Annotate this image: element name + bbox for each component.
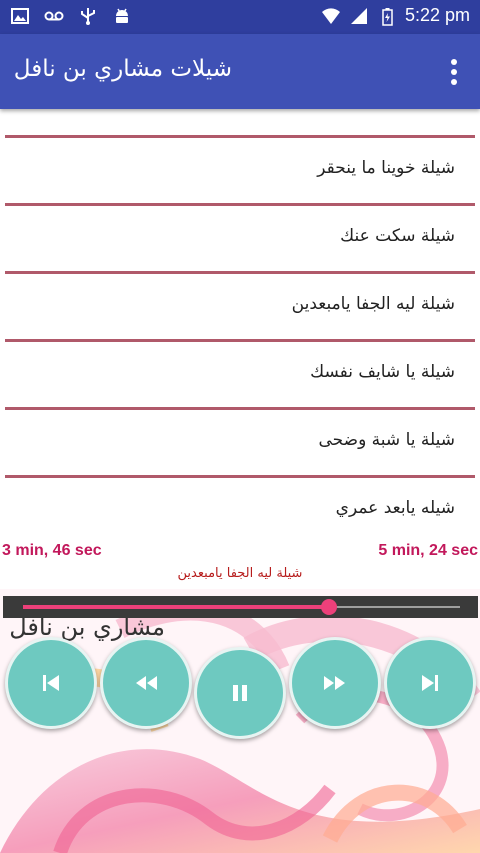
more-vert-icon[interactable]	[442, 56, 466, 88]
track-title: شيلة يا شبة وضحى	[318, 430, 455, 450]
voicemail-icon	[44, 11, 64, 21]
pause-button[interactable]	[194, 647, 286, 739]
elapsed-time: 3 min, 46 sec	[2, 542, 102, 559]
track-item[interactable]: شيلة يا شبة وضحى	[5, 410, 475, 478]
track-item[interactable]: شيله يابعد عمري	[5, 478, 475, 539]
track-list[interactable]: شيلة خوينا ما ينحقر شيلة سكت عنك شيلة لي…	[0, 109, 480, 539]
pause-icon	[233, 685, 247, 701]
clock: 5:22 pm	[404, 5, 470, 25]
rewind-icon	[136, 676, 157, 690]
status-bar: 5:22 pm	[0, 0, 480, 34]
seek-progress	[23, 605, 329, 609]
track-title: شيلة خوينا ما ينحقر	[317, 158, 455, 178]
seek-thumb[interactable]	[321, 599, 337, 615]
skip-next-icon	[422, 675, 438, 691]
wifi-icon	[321, 7, 340, 24]
track-item[interactable]: شيلة سكت عنك	[5, 206, 475, 274]
fast-forward-icon	[324, 676, 345, 690]
usb-icon	[81, 8, 95, 25]
image-icon	[11, 8, 29, 24]
track-item[interactable]: شيلة خوينا ما ينحقر	[5, 138, 475, 206]
seek-bar[interactable]	[3, 596, 478, 618]
app-title: شيلات مشاري بن نافل	[13, 56, 232, 82]
total-duration: 5 min, 24 sec	[378, 542, 478, 559]
fast-forward-button[interactable]	[289, 637, 381, 729]
player-panel: مشاري بن نافل 3 min, 46 sec 5 min, 24 se…	[0, 539, 480, 853]
battery-charging-icon	[382, 7, 393, 26]
app-bar: شيلات مشاري بن نافل	[0, 34, 480, 109]
track-title: شيلة ليه الجفا يامبعدين	[291, 294, 455, 314]
status-left-icons	[10, 6, 132, 26]
skip-previous-icon	[43, 675, 59, 691]
now-playing-title: شيلة ليه الجفا يامبعدين	[177, 566, 303, 581]
signal-icon	[350, 7, 367, 24]
status-right-icons: 5:22 pm	[321, 5, 470, 26]
android-icon	[116, 8, 128, 23]
skip-next-button[interactable]	[384, 637, 476, 729]
rewind-button[interactable]	[100, 637, 192, 729]
track-item[interactable]: شيلة ليه الجفا يامبعدين	[5, 274, 475, 342]
track-title: شيلة سكت عنك	[340, 226, 455, 246]
track-title: شيله يابعد عمري	[335, 498, 455, 518]
skip-previous-button[interactable]	[5, 637, 97, 729]
track-title: شيلة يا شايف نفسك	[310, 362, 455, 382]
track-item[interactable]: شيلة يا شايف نفسك	[5, 342, 475, 410]
